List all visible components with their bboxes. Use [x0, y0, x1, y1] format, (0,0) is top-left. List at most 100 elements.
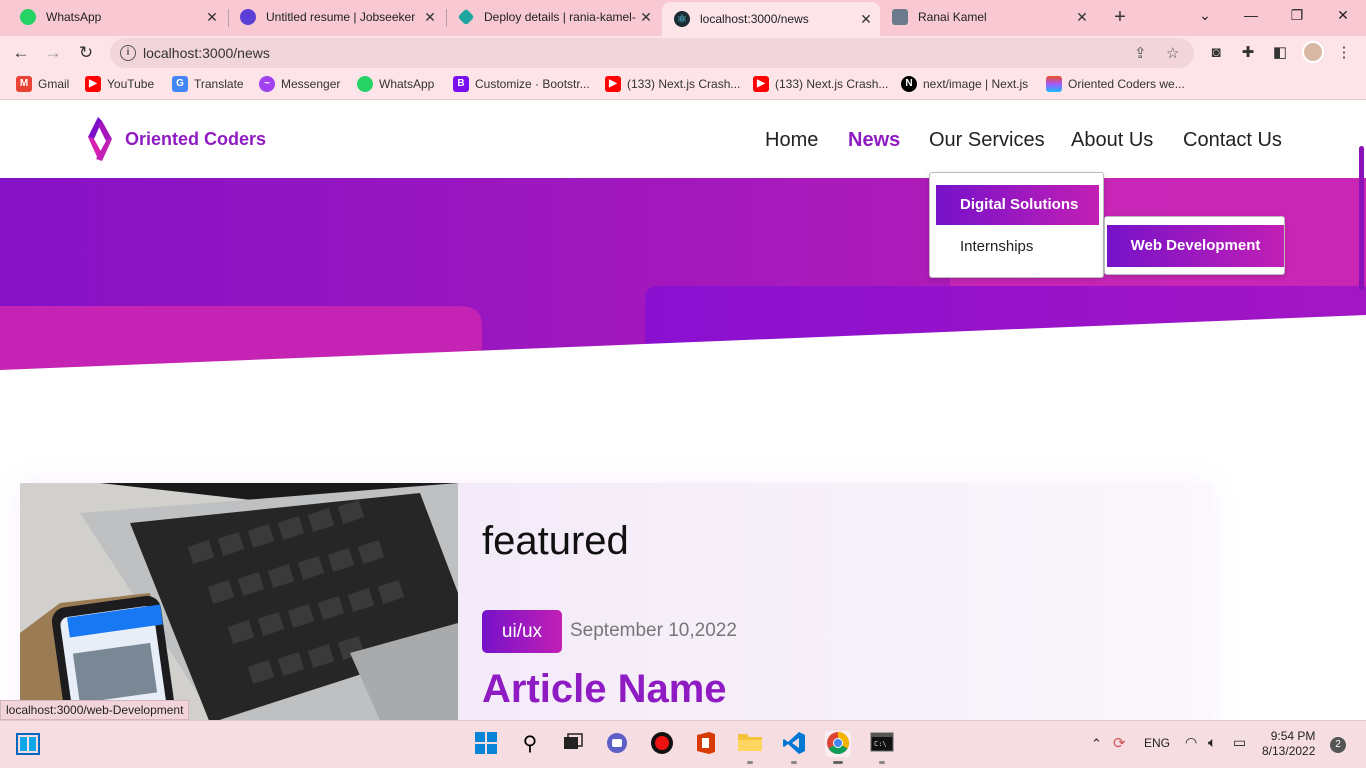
- extensions-icon[interactable]: ✚: [1238, 43, 1258, 63]
- bookmark-next-image[interactable]: Nnext/image | Next.js: [901, 76, 1028, 92]
- translate-icon: G: [172, 76, 188, 92]
- task-view-icon[interactable]: [560, 731, 586, 757]
- svg-text:C:\: C:\: [874, 740, 887, 748]
- bookmark-label: WhatsApp: [379, 77, 435, 91]
- dropdown-item-internships[interactable]: Internships: [936, 227, 1099, 267]
- featured-article-card[interactable]: featured ui/ux September 10,2022 Article…: [20, 483, 1211, 720]
- jobseeker-icon: [240, 9, 256, 25]
- notification-badge[interactable]: 2: [1330, 737, 1346, 753]
- system-clock[interactable]: 9:54 PM 8/13/2022: [1262, 729, 1315, 759]
- bookmark-nextjs-crash-1[interactable]: ▶ (133) Next.js Crash...: [605, 76, 740, 92]
- bookmark-translate[interactable]: G Translate: [172, 76, 244, 92]
- category-tag[interactable]: ui/ux: [482, 610, 562, 653]
- new-tab-button[interactable]: +: [1108, 6, 1132, 30]
- omnibox[interactable]: i localhost:3000/news ⇪ ☆: [110, 38, 1194, 68]
- teams-chat-icon[interactable]: [604, 731, 630, 757]
- page-viewport: Oriented Coders Home News Our Services A…: [0, 101, 1366, 720]
- react-icon: ⚛: [674, 11, 690, 27]
- bookmark-whatsapp[interactable]: WhatsApp: [357, 76, 434, 92]
- tray-chevron-icon[interactable]: ⌃: [1091, 736, 1102, 752]
- bookmark-oriented-coders[interactable]: Oriented Coders we...: [1046, 76, 1185, 92]
- volume-icon[interactable]: 🔈︎: [1208, 734, 1216, 751]
- address-bar: ← → ↻ i localhost:3000/news ⇪ ☆ ◙ ✚ ◧ ⋮: [0, 36, 1366, 70]
- chrome-icon[interactable]: [825, 731, 851, 757]
- submenu-item-web-development[interactable]: Web Development: [1107, 225, 1284, 267]
- tab-netlify[interactable]: Deploy details | rania-kamel- ✕: [446, 0, 660, 34]
- bookmark-gmail[interactable]: M Gmail: [16, 76, 69, 92]
- site-info-icon[interactable]: i: [120, 45, 136, 61]
- file-explorer-icon[interactable]: [737, 731, 763, 757]
- office-icon[interactable]: [693, 731, 719, 757]
- tab-figma[interactable]: Ranai Kamel ✕: [880, 0, 1096, 34]
- featured-heading: featured: [482, 519, 629, 563]
- bookmark-label: Messenger: [281, 77, 341, 91]
- forward-icon[interactable]: →: [40, 40, 66, 66]
- youtube-icon: ▶: [85, 76, 101, 92]
- netlify-icon: [457, 8, 475, 26]
- article-date: September 10,2022: [570, 620, 737, 641]
- bookmark-bootstrap[interactable]: B Customize · Bootstr...: [453, 76, 590, 92]
- terminal-icon[interactable]: C:\: [869, 731, 895, 757]
- running-indicator: [791, 761, 797, 764]
- reload-icon[interactable]: ↻: [73, 40, 99, 66]
- close-icon[interactable]: ✕: [1072, 9, 1092, 26]
- nav-our-services[interactable]: Our Services: [929, 129, 1045, 152]
- minimize-icon[interactable]: —: [1228, 0, 1274, 32]
- tab-search-icon[interactable]: ⌄: [1182, 0, 1228, 32]
- nextjs-icon: N: [901, 76, 917, 92]
- recorder-icon[interactable]: [649, 731, 675, 757]
- bookmark-nextjs-crash-2[interactable]: ▶ (133) Next.js Crash...: [753, 76, 888, 92]
- figma-icon: [1046, 76, 1062, 92]
- hero-banner: [0, 176, 1366, 378]
- tab-localhost-news[interactable]: ⚛ localhost:3000/news ✕: [662, 2, 880, 36]
- figma-icon: [892, 9, 908, 25]
- brand-name: Oriented Coders: [125, 128, 267, 149]
- tab-title: localhost:3000/news: [700, 12, 809, 26]
- sync-icon[interactable]: ⟳: [1113, 734, 1126, 752]
- bookmark-messenger[interactable]: ~ Messenger: [259, 76, 340, 92]
- bookmark-star-icon[interactable]: ☆: [1166, 44, 1179, 62]
- tab-title: Untitled resume | Jobseeker: [266, 10, 416, 24]
- close-icon[interactable]: ✕: [202, 9, 222, 26]
- nav-home[interactable]: Home: [765, 129, 818, 152]
- search-icon[interactable]: ⚲: [517, 731, 543, 757]
- share-icon[interactable]: ⇪: [1134, 44, 1147, 62]
- profile-avatar[interactable]: [1302, 41, 1324, 63]
- close-icon[interactable]: ✕: [420, 9, 440, 26]
- clock-date: 8/13/2022: [1262, 744, 1316, 758]
- close-window-icon[interactable]: ✕: [1320, 0, 1366, 32]
- nav-news[interactable]: News: [848, 129, 900, 152]
- menu-icon[interactable]: ⋮: [1334, 43, 1354, 63]
- widgets-icon[interactable]: [15, 731, 41, 757]
- article-title[interactable]: Article Name: [482, 667, 727, 712]
- article-image[interactable]: [20, 483, 458, 720]
- close-icon[interactable]: ✕: [636, 9, 656, 26]
- gmail-icon: M: [16, 76, 32, 92]
- tab-whatsapp[interactable]: WhatsApp ✕: [8, 0, 226, 34]
- active-indicator: [833, 761, 843, 764]
- vscode-icon[interactable]: [781, 731, 807, 757]
- laptop-phone-image: [20, 483, 458, 720]
- tab-title: WhatsApp: [46, 10, 102, 24]
- tab-jobseeker[interactable]: Untitled resume | Jobseeker ✕: [228, 0, 444, 34]
- battery-icon[interactable]: ▭: [1233, 734, 1246, 751]
- nav-about-us[interactable]: About Us: [1071, 129, 1153, 152]
- link-status-url: localhost:3000/web-Development: [0, 700, 190, 720]
- side-panel-icon[interactable]: ◧: [1270, 43, 1290, 63]
- back-icon[interactable]: ←: [8, 40, 34, 66]
- logo-mark-icon: [88, 117, 112, 161]
- wifi-icon[interactable]: ◠: [1185, 734, 1197, 751]
- nav-contact-us[interactable]: Contact Us: [1183, 129, 1282, 152]
- camera-icon[interactable]: ◙: [1206, 43, 1226, 63]
- services-dropdown: Digital Solutions Internships: [929, 172, 1104, 278]
- url-text[interactable]: localhost:3000/news: [143, 45, 270, 61]
- dropdown-item-digital-solutions[interactable]: Digital Solutions: [936, 185, 1099, 225]
- brand-logo[interactable]: Oriented Coders: [84, 115, 266, 163]
- restore-icon[interactable]: ❐: [1274, 0, 1320, 32]
- bookmark-youtube[interactable]: ▶ YouTube: [85, 76, 154, 92]
- windows-start-icon[interactable]: [473, 731, 499, 757]
- page-scrollbar[interactable]: [1359, 146, 1364, 291]
- clock-time: 9:54 PM: [1270, 729, 1316, 743]
- language-indicator[interactable]: ENG: [1144, 736, 1170, 750]
- close-icon[interactable]: ✕: [856, 11, 876, 28]
